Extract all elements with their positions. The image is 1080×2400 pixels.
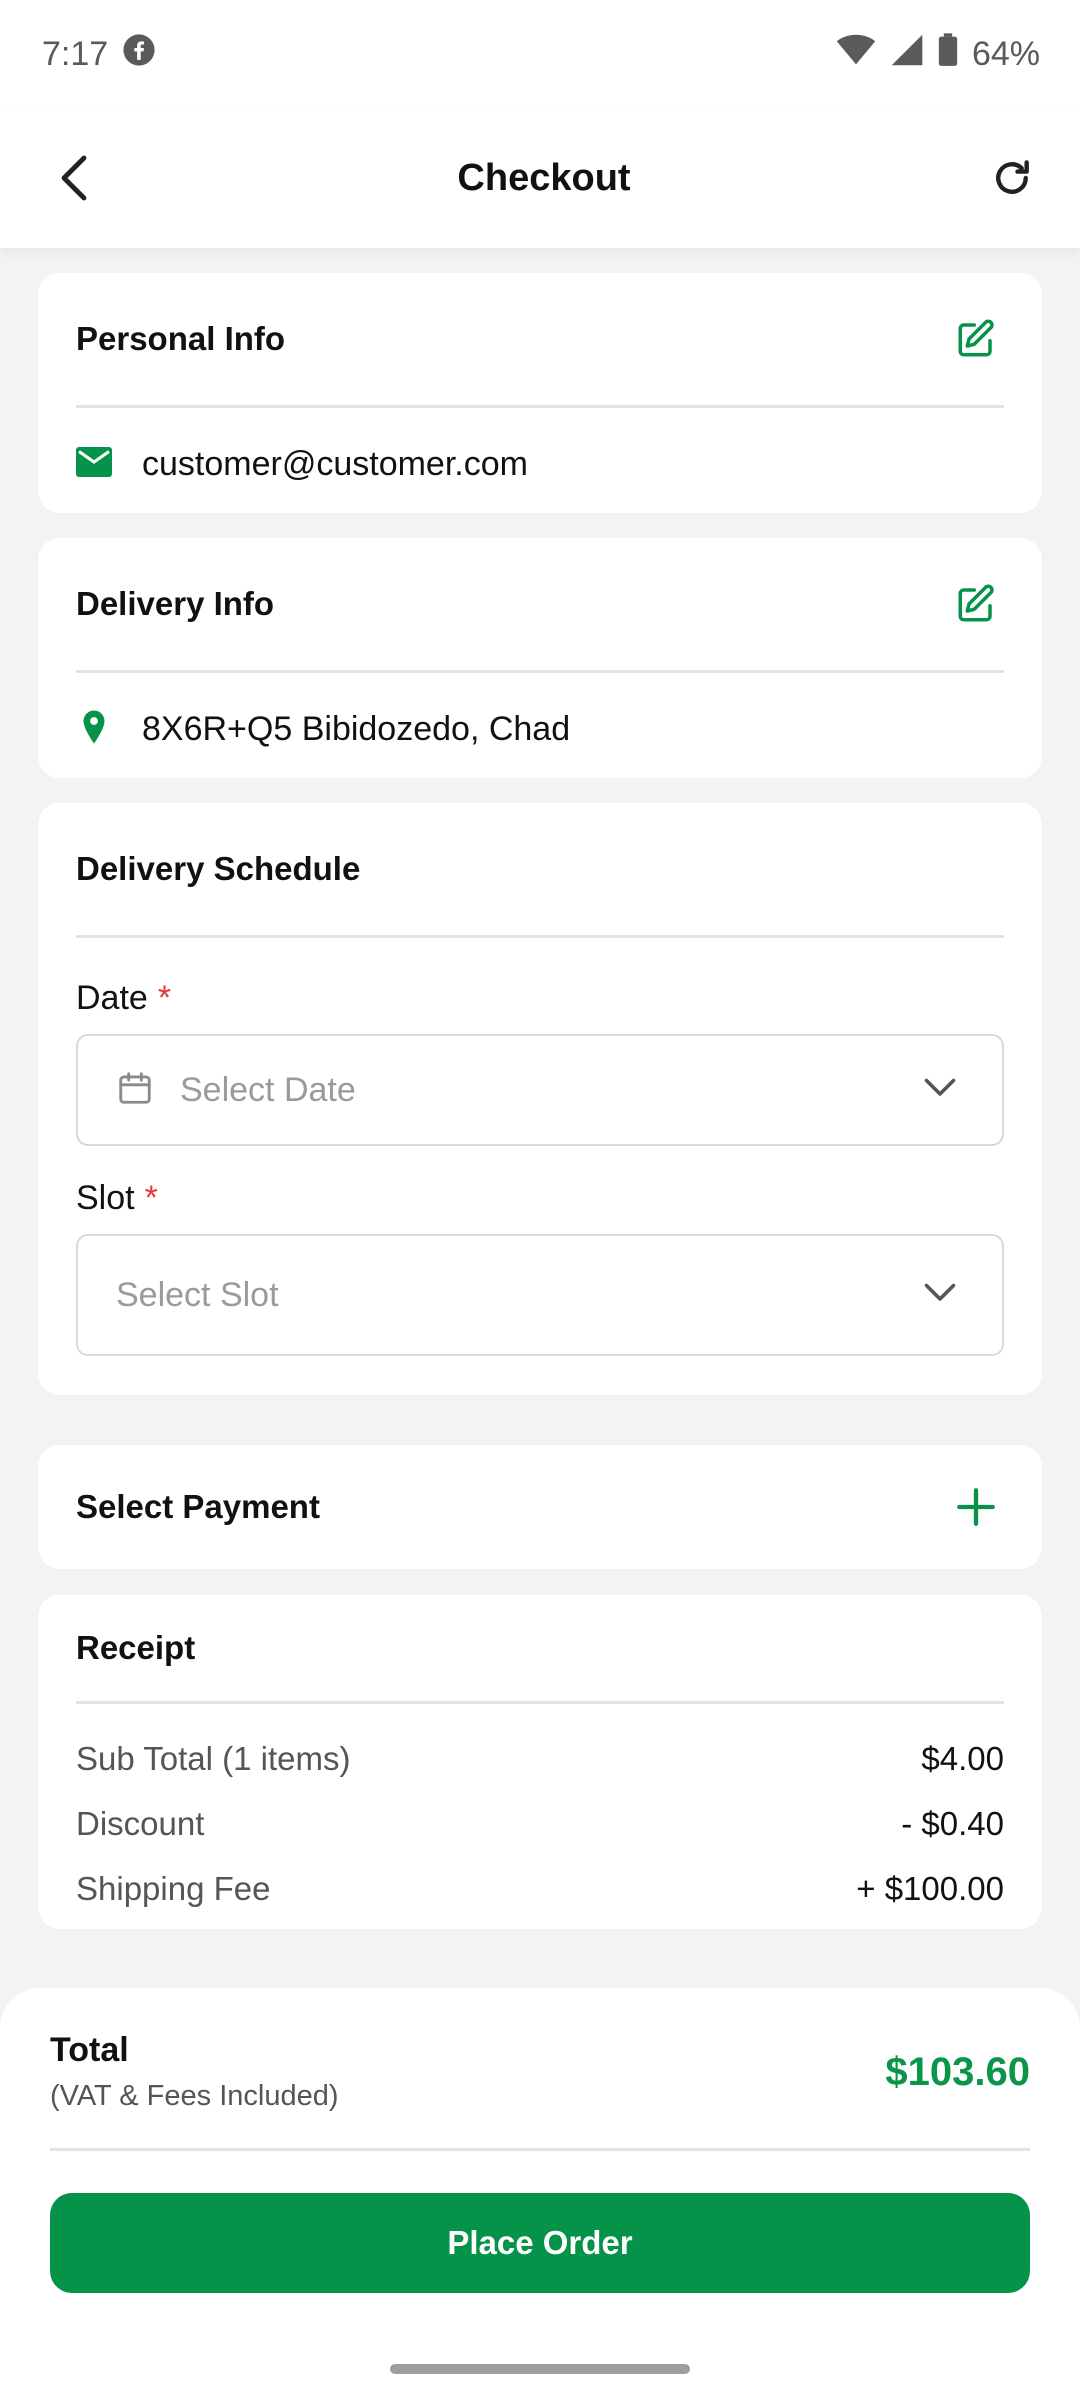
total-amount: $103.60 [885,2049,1030,2094]
slot-placeholder: Select Slot [116,1275,279,1314]
back-button[interactable] [48,150,104,206]
receipt-row-discount: Discount - $0.40 [76,1791,1004,1856]
email-icon [76,446,112,482]
slot-select[interactable]: Select Slot [76,1234,1004,1356]
personal-info-title: Personal Info [76,320,286,357]
receipt-title: Receipt [76,1629,196,1666]
chevron-left-icon [61,155,87,201]
receipt-card: Receipt Sub Total (1 items) $4.00 Discou… [38,1595,1042,1929]
chevron-down-icon [922,1076,958,1105]
personal-info-card: Personal Info customer@customer.com [38,273,1042,513]
receipt-row-label: Shipping Fee [76,1869,271,1907]
location-pin-icon [76,709,112,750]
status-bar: 7:17 64% [0,0,1080,108]
page-title: Checkout [457,156,631,199]
date-label-text: Date [76,978,148,1017]
slot-label-text: Slot [76,1178,135,1217]
refresh-icon [996,160,1029,194]
refresh-button[interactable] [984,150,1040,206]
plus-icon [957,1488,995,1526]
chevron-down-icon [922,1281,958,1310]
delivery-schedule-title: Delivery Schedule [76,850,361,887]
slot-label: Slot * [76,1176,1004,1220]
date-label: Date * [76,976,1004,1020]
receipt-row-label: Sub Total (1 items) [76,1739,351,1777]
checkout-footer: Total (VAT & Fees Included) $103.60 Plac… [0,1988,1080,2400]
status-time: 7:17 [42,34,109,73]
delivery-info-title: Delivery Info [76,585,275,622]
total-subtext: (VAT & Fees Included) [50,2080,339,2112]
app-bar: Checkout [0,108,1080,248]
receipt-row-value: + $100.00 [856,1869,1004,1907]
receipt-row-value: - $0.40 [901,1804,1004,1842]
add-payment-button[interactable] [948,1479,1004,1535]
edit-icon [958,584,994,622]
wifi-icon [836,34,876,75]
select-payment-title: Select Payment [76,1488,320,1525]
facebook-icon [122,33,156,76]
place-order-button[interactable]: Place Order [50,2193,1030,2293]
divider [50,2148,1030,2151]
edit-delivery-info-button[interactable] [948,576,1004,632]
required-mark: * [144,1178,158,1217]
delivery-address: 8X6R+Q5 Bibidozedo, Chad [142,709,571,748]
delivery-info-card: Delivery Info 8X6R+Q5 Bibidozedo, Chad [38,538,1042,778]
required-mark: * [157,978,172,1017]
divider [76,935,1004,938]
receipt-row-shipping: Shipping Fee + $100.00 [76,1856,1004,1921]
payment-card[interactable]: Select Payment [38,1445,1042,1569]
date-placeholder: Select Date [180,1070,356,1109]
signal-icon [890,33,924,76]
battery-icon [938,32,958,76]
receipt-row-label: Discount [76,1804,205,1842]
home-indicator[interactable] [390,2364,690,2374]
delivery-schedule-card: Delivery Schedule Date * Select Date Slo… [38,803,1042,1395]
receipt-row-subtotal: Sub Total (1 items) $4.00 [76,1726,1004,1791]
calendar-icon [116,1068,154,1113]
total-label: Total [50,2031,129,2069]
receipt-row-value: $4.00 [921,1739,1004,1777]
customer-email: customer@customer.com [142,444,528,483]
edit-icon [958,319,994,357]
date-select[interactable]: Select Date [76,1034,1004,1146]
edit-personal-info-button[interactable] [948,311,1004,367]
battery-level: 64% [971,34,1040,73]
